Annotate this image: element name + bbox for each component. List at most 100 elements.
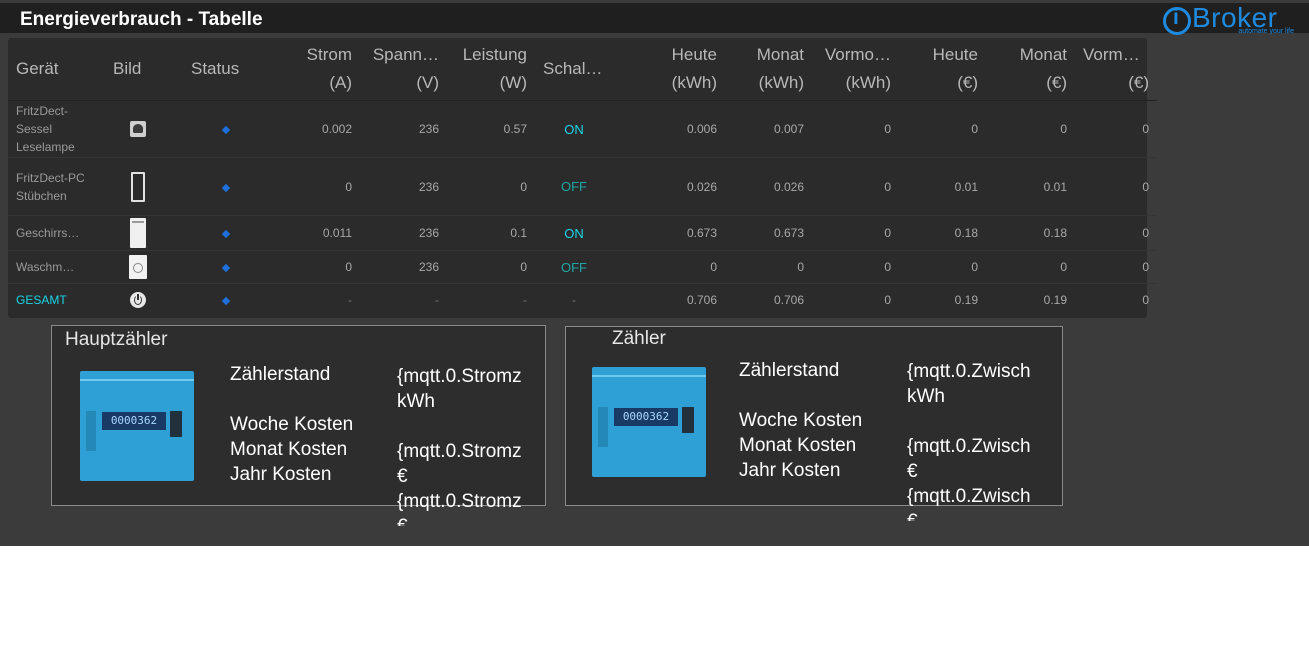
- switch-toggle[interactable]: OFF: [561, 179, 587, 194]
- monat-kwh-value: 0.673: [725, 215, 812, 251]
- col-header-leistung[interactable]: Leistung (W): [447, 38, 535, 101]
- meter-lcd-display: 0000362: [614, 408, 678, 426]
- heute-eur-value: 0: [899, 250, 986, 284]
- status-indicator-icon: [221, 229, 230, 239]
- label-woche-kosten: Woche Kosten: [739, 410, 863, 431]
- vormonat-eur-value: 0: [1075, 100, 1157, 158]
- col-header-schalter[interactable]: Schalter: [535, 38, 613, 101]
- heute-eur-value: 0.01: [899, 157, 986, 216]
- col-header-strom[interactable]: Strom (A): [278, 38, 360, 101]
- col-header-status[interactable]: Status: [173, 38, 278, 101]
- switch-toggle[interactable]: ON: [564, 226, 584, 241]
- energy-table: Gerät Bild Status Strom (A) Spann… (V) Lei…: [8, 38, 1157, 317]
- col-header-monat-kwh[interactable]: Monat (kWh): [725, 38, 812, 101]
- unit-euro: €: [397, 514, 408, 526]
- status-indicator-icon: [221, 125, 230, 135]
- switch-toggle[interactable]: OFF: [561, 260, 587, 275]
- device-name: FritzDect-PC Stübchen: [8, 157, 103, 216]
- table-row: FritzDect-Sessel Leselampe 0.002 236 0.5…: [8, 100, 1157, 158]
- spannung-value: 236: [360, 215, 447, 251]
- device-name: Geschirrs…: [8, 215, 103, 251]
- monat-eur-value: 0: [986, 100, 1075, 158]
- col-header-heute-eur[interactable]: Heute (€): [899, 38, 986, 101]
- leistung-value: 0.57: [447, 100, 535, 158]
- heute-eur-value: 0.19: [899, 283, 986, 317]
- energy-table-panel: Gerät Bild Status Strom (A) Spann… (V) Lei…: [8, 38, 1157, 318]
- monat-kwh-value: 0.026: [725, 157, 812, 216]
- col-header-monat-eur[interactable]: Monat (€): [986, 38, 1075, 101]
- logo-slogan: automate your life: [1238, 28, 1294, 35]
- monat-kwh-value: 0.007: [725, 100, 812, 158]
- label-monat-kosten: Monat Kosten: [739, 435, 857, 456]
- meter-values-clip: {mqtt.0.Stromz kWh {mqtt.0.Stromz € {mqt…: [397, 364, 545, 526]
- meter-lcd-display: 0000362: [102, 412, 166, 430]
- heute-kwh-value: 0.006: [613, 100, 725, 158]
- monat-eur-value: 0: [986, 250, 1075, 284]
- vormonat-kwh-value: 0: [812, 283, 899, 317]
- col-header-vormonat-eur[interactable]: Vormo… (€): [1075, 38, 1157, 101]
- table-row: FritzDect-PC Stübchen 0 236 0 OFF 0.026 …: [8, 157, 1157, 216]
- spannung-value: 236: [360, 157, 447, 216]
- washing-machine-icon: [129, 255, 147, 279]
- electricity-meter-icon: 0000362: [80, 371, 194, 481]
- vormonat-kwh-value: 0: [812, 157, 899, 216]
- switch-toggle[interactable]: ON: [564, 122, 584, 137]
- app-window: Energieverbrauch - Tabelle i Broker auto…: [0, 0, 1309, 546]
- vormonat-eur-value: 0: [1075, 215, 1157, 251]
- meter-values-clip: {mqtt.0.Zwisch kWh {mqtt.0.Zwisch € {mqt…: [907, 359, 1059, 521]
- meter-title: Zähler: [612, 328, 666, 349]
- lamp-icon: [130, 121, 146, 137]
- unit-euro: €: [397, 466, 408, 487]
- unit-euro: €: [907, 461, 918, 482]
- meter-widget-zaehler: Zähler 0000362 Zählerstand Woche Kosten …: [565, 326, 1063, 521]
- vormonat-eur-value: 0: [1075, 250, 1157, 284]
- heute-kwh-value: 0: [613, 250, 725, 284]
- value-monat-kosten: {mqtt.0.Zwisch: [907, 436, 1031, 457]
- table-row: Geschirrs… 0.011 236 0.1 ON 0.673 0.673 …: [8, 215, 1157, 251]
- value-zaehlerstand: {mqtt.0.Stromz: [397, 366, 522, 387]
- vormonat-eur-value: 0: [1075, 283, 1157, 317]
- table-header-row: Gerät Bild Status Strom (A) Spann… (V) Lei…: [8, 38, 1157, 101]
- strom-value: 0.002: [278, 100, 360, 158]
- col-header-geraet[interactable]: Gerät: [8, 38, 103, 101]
- heute-kwh-value: 0.673: [613, 215, 725, 251]
- value-jahr-kosten: {mqtt.0.Zwisch: [907, 486, 1031, 507]
- strom-value: -: [278, 283, 360, 317]
- label-zaehlerstand: Zählerstand: [230, 364, 331, 385]
- col-header-heute-kwh[interactable]: Heute (kWh): [613, 38, 725, 101]
- table-row: Waschm… 0 236 0 OFF 0 0 0 0 0 0: [8, 250, 1157, 284]
- status-indicator-icon: [221, 183, 230, 192]
- device-name: GESAMT: [8, 283, 103, 317]
- electricity-meter-icon: 0000362: [592, 367, 706, 477]
- vormonat-eur-value: 0: [1075, 157, 1157, 216]
- vormonat-kwh-value: 0: [812, 250, 899, 284]
- strom-value: 0.011: [278, 215, 360, 251]
- monat-eur-value: 0.01: [986, 157, 1075, 216]
- leistung-value: -: [447, 283, 535, 317]
- dishwasher-icon: [130, 218, 146, 248]
- col-header-bild[interactable]: Bild: [103, 38, 173, 101]
- heute-eur-value: 0: [899, 100, 986, 158]
- strom-value: 0: [278, 250, 360, 284]
- spannung-value: -: [360, 283, 447, 317]
- vormonat-kwh-value: 0: [812, 215, 899, 251]
- heute-eur-value: 0.18: [899, 215, 986, 251]
- device-name: Waschm…: [8, 250, 103, 284]
- value-zaehlerstand: {mqtt.0.Zwisch: [907, 361, 1031, 382]
- unit-kwh: kWh: [907, 386, 945, 407]
- switch-value: -: [535, 283, 613, 317]
- strom-value: 0: [278, 157, 360, 216]
- col-header-spannung[interactable]: Spann… (V): [360, 38, 447, 101]
- spannung-value: 236: [360, 100, 447, 158]
- leistung-value: 0.1: [447, 215, 535, 251]
- title-bar: Energieverbrauch - Tabelle i Broker auto…: [0, 2, 1309, 35]
- status-indicator-icon: [221, 263, 230, 273]
- monat-kwh-value: 0.706: [725, 283, 812, 317]
- table-row-total: GESAMT - - - - 0.706 0.706 0 0.19 0.19 0: [8, 283, 1157, 317]
- pc-tower-icon: [131, 171, 145, 202]
- device-name: FritzDect-Sessel Leselampe: [8, 100, 103, 158]
- leistung-value: 0: [447, 250, 535, 284]
- meter-title: Hauptzähler: [65, 329, 168, 350]
- label-woche-kosten: Woche Kosten: [230, 414, 354, 435]
- col-header-vormonat-kwh[interactable]: Vormo… (kWh): [812, 38, 899, 101]
